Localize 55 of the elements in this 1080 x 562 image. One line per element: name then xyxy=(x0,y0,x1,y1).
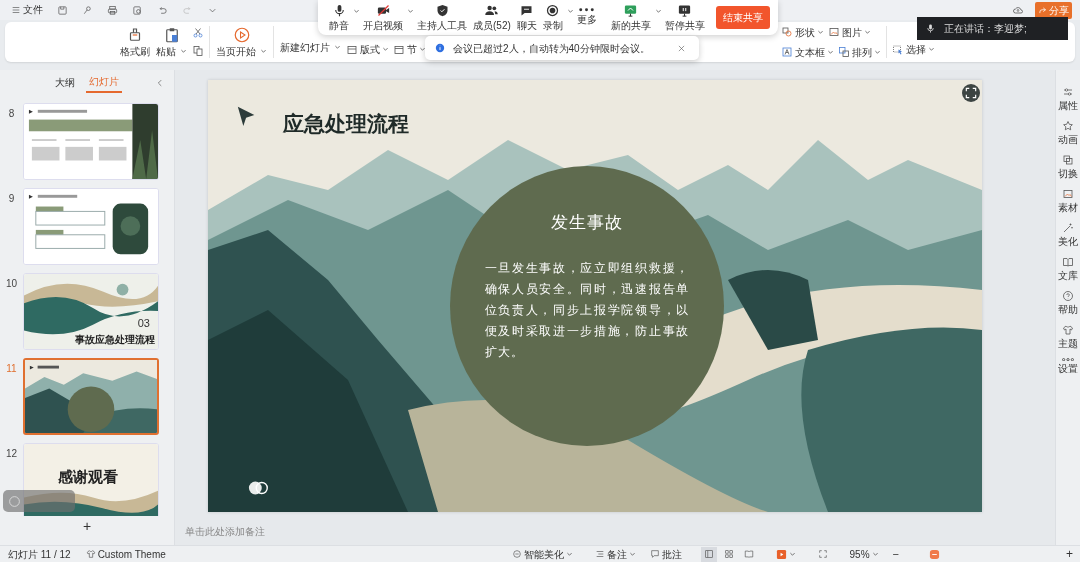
meeting-tool-button[interactable]: 静音 xyxy=(326,2,360,33)
slide-number: 9 xyxy=(7,192,16,206)
toolbar-button[interactable]: 图片 xyxy=(826,23,873,41)
sidebar-button[interactable]: 帮助 xyxy=(1058,290,1078,317)
sidebar-button[interactable]: 素材 xyxy=(1058,188,1078,215)
meeting-tool-button[interactable]: 更多 xyxy=(573,8,600,27)
meeting-tool-button[interactable]: 录制 xyxy=(539,2,574,33)
sidebar-button[interactable]: 设置 xyxy=(1058,358,1078,377)
slide-counter: 幻灯片 11 / 12 xyxy=(7,547,72,562)
slide-title: 应急处理流程 xyxy=(283,111,409,137)
sidebar-button[interactable]: 美化 xyxy=(1058,222,1078,249)
toolbar-button[interactable]: 粘贴 xyxy=(153,22,190,62)
zoom-in-button[interactable]: + xyxy=(1063,545,1076,562)
meeting-tool-button[interactable]: 主持人工具 xyxy=(414,2,470,33)
comments-button[interactable]: 批注 xyxy=(646,546,685,562)
slide-preview-text: 事故应急处理流程 xyxy=(75,334,155,346)
sidebar-button[interactable]: 主题 xyxy=(1058,324,1078,351)
menu-button[interactable]: 文件 xyxy=(8,2,46,18)
toolbar-button[interactable]: 版式 xyxy=(344,41,391,58)
zoom-out-button[interactable]: − xyxy=(889,545,902,562)
sidebar-button[interactable]: 切换 xyxy=(1058,154,1078,181)
toolbar-button[interactable]: 当页开始 xyxy=(213,22,270,62)
slide-paragraph: 一旦发生事故，应立即组织救援，确保人员安全。同时，迅速报告单位负责人，同步上报学院领导，以便及时采取进一步措施，防止事故扩大。 xyxy=(484,259,690,361)
slide-thumbnail[interactable]: 感谢观看 xyxy=(23,443,159,516)
toolbar-button[interactable]: 文本框 xyxy=(779,43,836,61)
meeting-tool-button[interactable]: 新的共享 xyxy=(607,2,662,33)
add-slide-button[interactable]: + xyxy=(79,516,95,537)
speaker-text: 正在讲话：李迎梦; xyxy=(944,22,1027,36)
slide-number: 10 xyxy=(4,277,19,291)
beautify-button[interactable]: 智能美化 xyxy=(508,546,576,562)
sidebar-button[interactable]: 属性 xyxy=(1058,86,1078,113)
slide-preview-text: 03 xyxy=(137,318,150,329)
meeting-tool-button[interactable]: 聊天 xyxy=(513,2,540,33)
meeting-tool-button[interactable]: 开启视频 xyxy=(360,2,414,33)
theme-button[interactable]: Custom Theme xyxy=(82,546,169,562)
slide-preview-text: 感谢观看 xyxy=(58,467,118,487)
toolbar-button[interactable]: 新建幻灯片 xyxy=(277,40,344,62)
toolbar-button[interactable]: 格式刷 xyxy=(117,22,153,62)
panel-tab[interactable]: 大纲 xyxy=(52,73,78,92)
slide-heading: 发生事故 xyxy=(551,212,623,234)
zoom-level[interactable]: 95% xyxy=(846,546,882,562)
slide-thumbnail[interactable]: 03 事故应急处理流程 xyxy=(23,273,159,350)
slide-number: 8 xyxy=(7,107,16,121)
meeting-tool-button[interactable]: 成员(52) xyxy=(470,2,514,33)
slide-number: 12 xyxy=(4,447,19,461)
toolbar-button[interactable]: 排列 xyxy=(836,43,883,61)
slide-number: 11 xyxy=(5,362,18,376)
toolbar-button[interactable]: 节 xyxy=(391,41,428,58)
notification-text: 会议已超过2人，自动转为40分钟限时会议。 xyxy=(453,41,650,56)
notes-button[interactable]: 备注 xyxy=(591,546,639,562)
meeting-tool-button[interactable]: 暂停共享 xyxy=(661,2,708,33)
toolbar-button[interactable]: 选择 xyxy=(890,41,937,58)
toolbar-button[interactable]: 形状 xyxy=(779,23,826,41)
sidebar-button[interactable]: 动画 xyxy=(1058,120,1078,147)
sidebar-button[interactable]: 文库 xyxy=(1058,256,1078,283)
